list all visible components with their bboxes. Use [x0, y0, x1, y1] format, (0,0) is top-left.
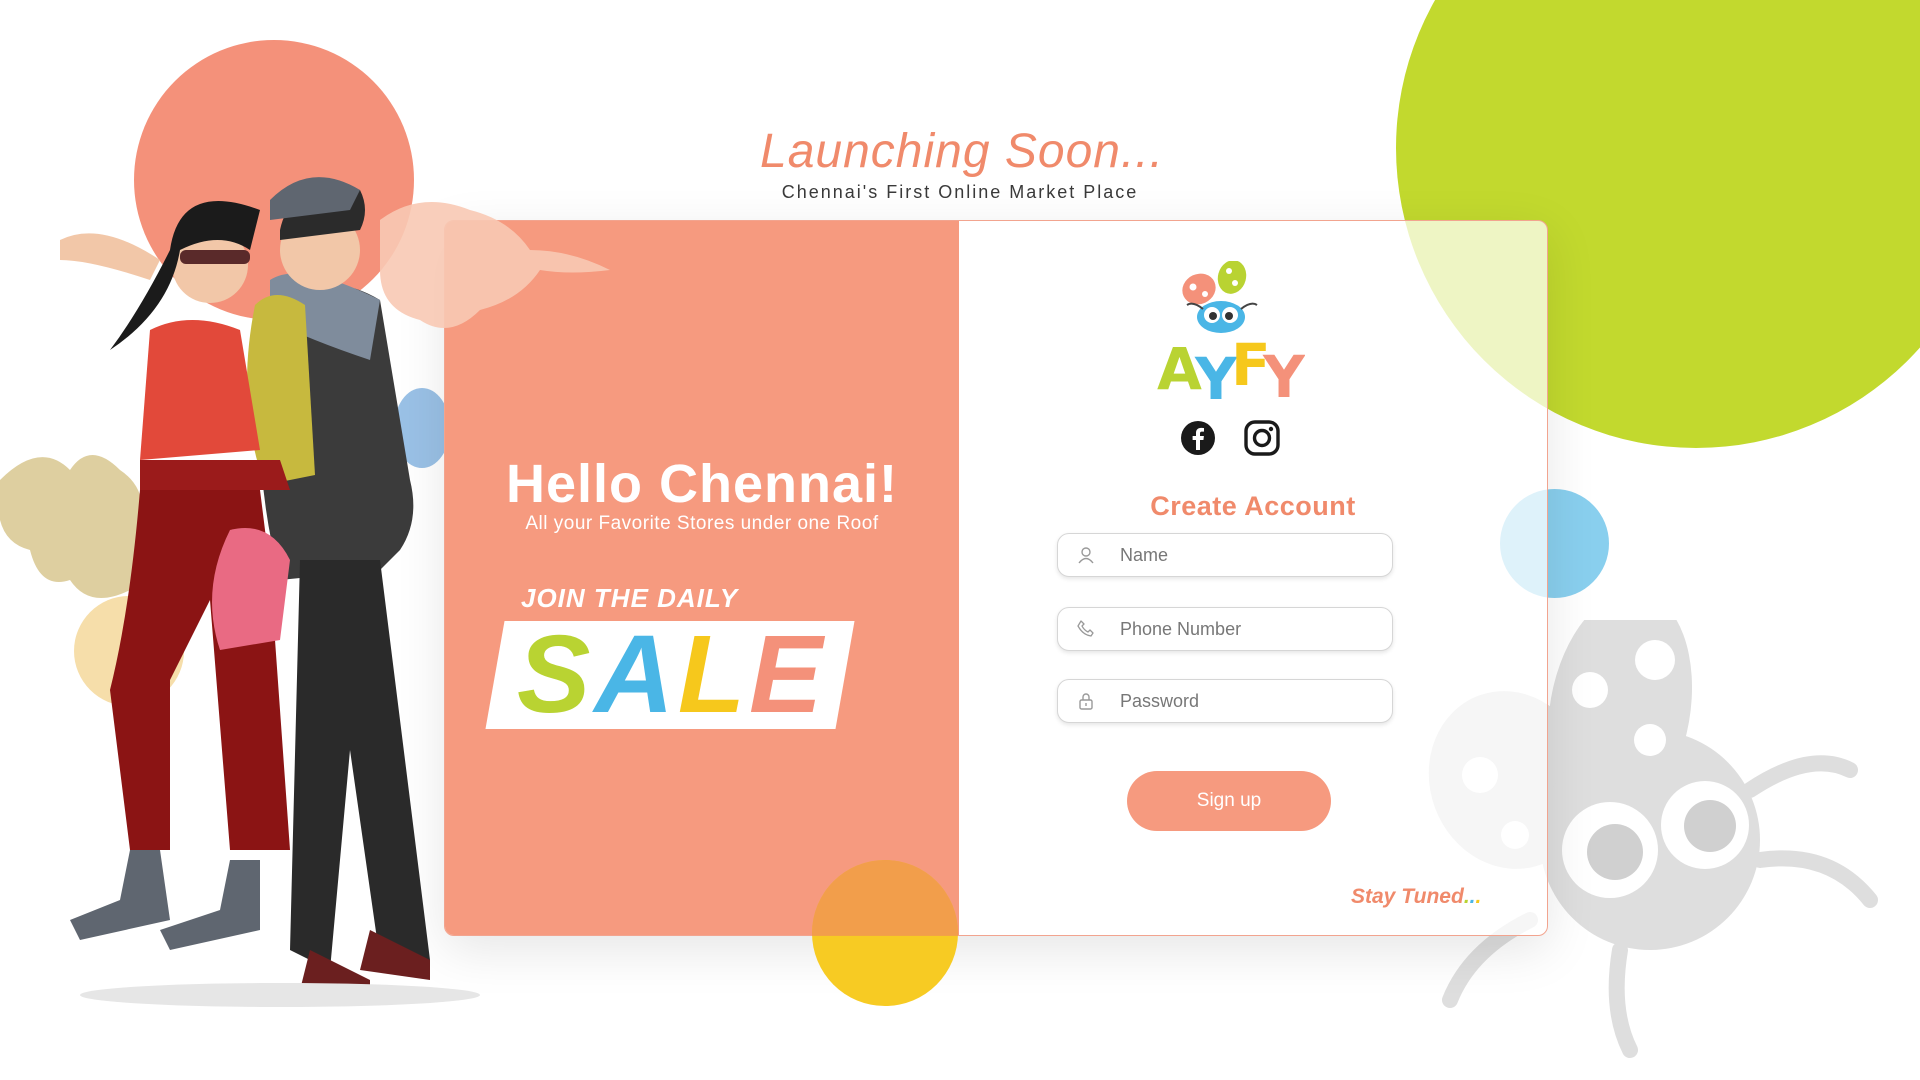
- stay-tuned-label: Stay Tuned: [1351, 885, 1464, 908]
- name-field: [1057, 533, 1393, 577]
- sale-letter: L: [677, 613, 750, 736]
- fashion-couple-illustration: [0, 177, 610, 1007]
- ayfy-logo: A Y F Y: [1157, 261, 1305, 407]
- phone-icon: [1077, 620, 1094, 637]
- sale-letter: E: [749, 613, 827, 736]
- create-account-heading: Create Account: [1150, 491, 1356, 521]
- signup-button[interactable]: Sign up: [1127, 771, 1331, 831]
- user-icon: [1078, 547, 1094, 564]
- instagram-icon: [1244, 420, 1280, 456]
- paint-splash-decoration: [380, 202, 610, 328]
- paint-splash-decoration: [0, 455, 148, 598]
- facebook-link[interactable]: [1179, 419, 1217, 457]
- landing-page: Launching Soon... Chennai's First Online…: [0, 0, 1920, 1080]
- name-input[interactable]: [1118, 534, 1382, 576]
- logo-letter: Y: [1262, 343, 1305, 407]
- password-field: [1057, 679, 1393, 723]
- phone-input[interactable]: [1118, 608, 1382, 650]
- stay-tuned-text: Stay Tuned...: [1351, 885, 1481, 909]
- lock-icon: [1079, 693, 1093, 710]
- phone-field: [1057, 607, 1393, 651]
- stay-tuned-dot: .: [1475, 885, 1482, 908]
- facebook-icon: [1181, 421, 1215, 455]
- instagram-link[interactable]: [1243, 419, 1281, 457]
- social-links: [1179, 419, 1289, 459]
- password-input[interactable]: [1118, 680, 1382, 722]
- bee-logo-icon: [1182, 261, 1258, 333]
